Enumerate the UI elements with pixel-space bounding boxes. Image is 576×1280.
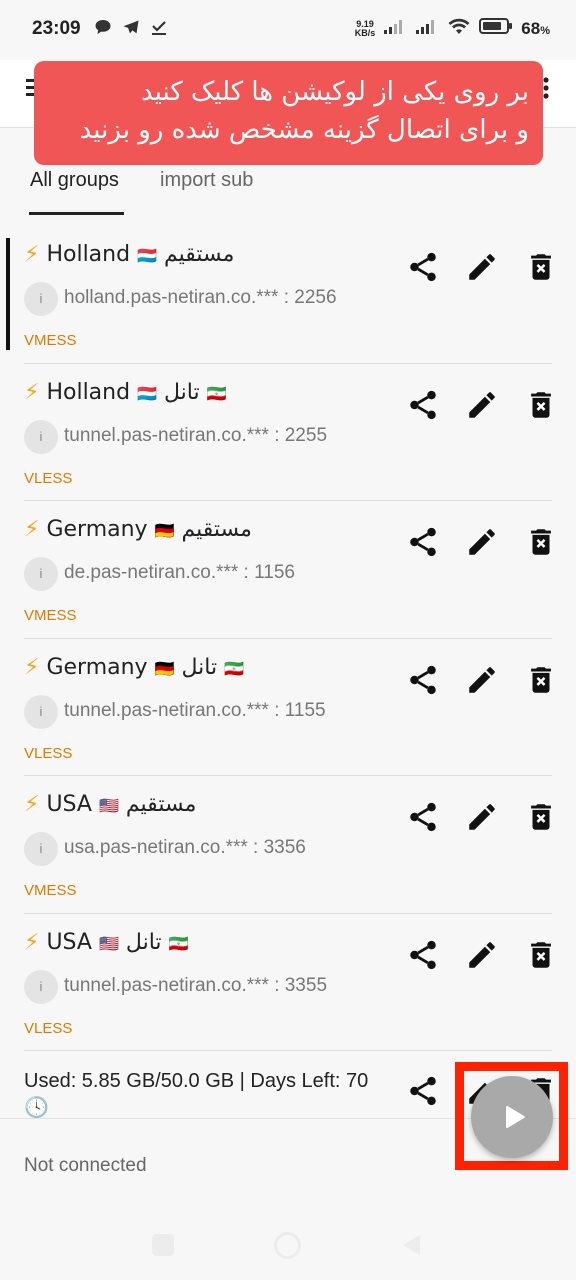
info-icon[interactable]: i xyxy=(24,282,58,316)
server-item[interactable]: ⚡ Holland 🇱🇺 تانل 🇮🇷 i tunnel.pas-netira… xyxy=(0,364,576,501)
server-type: VMESS xyxy=(24,607,77,624)
flag-icon: 🇱🇺 xyxy=(137,246,157,265)
delete-icon[interactable] xyxy=(524,938,558,972)
connect-button[interactable] xyxy=(471,1076,553,1158)
status-time: 23:09 xyxy=(32,18,81,39)
info-icon[interactable]: i xyxy=(24,419,58,454)
signal-icon xyxy=(383,17,407,40)
server-item[interactable]: ⚡ USA 🇺🇸 تانل 🇮🇷 i tunnel.pas-netiran.co… xyxy=(0,914,576,1051)
server-name: ⚡ Germany 🇩🇪 تانل 🇮🇷 xyxy=(24,654,245,680)
bolt-icon: ⚡ xyxy=(24,242,40,267)
edit-icon[interactable] xyxy=(465,800,499,834)
home-icon[interactable] xyxy=(274,1232,301,1259)
server-address: tunnel.pas-netiran.co.*** : 3355 xyxy=(64,974,328,996)
usage-text: Used: 5.85 GB/50.0 GB | Days Left: 70 🕓 xyxy=(24,1070,369,1119)
system-nav-bar xyxy=(0,1214,576,1280)
bolt-icon: ⚡ xyxy=(24,379,40,405)
server-type: VMESS xyxy=(24,332,77,349)
recents-icon[interactable] xyxy=(152,1234,174,1256)
tab-import-sub[interactable]: import sub xyxy=(160,169,253,192)
server-type: VLESS xyxy=(24,469,73,487)
share-icon[interactable] xyxy=(406,525,440,559)
bolt-icon: ⚡ xyxy=(24,517,40,542)
share-icon[interactable] xyxy=(406,388,440,422)
server-name: ⚡ USA 🇺🇸 مستقیم xyxy=(24,792,197,817)
server-item[interactable]: ⚡ Germany 🇩🇪 مستقیم i de.pas-netiran.co.… xyxy=(0,501,576,639)
flag-icon: 🇮🇷 xyxy=(224,658,245,678)
bolt-icon: ⚡ xyxy=(24,654,40,680)
delete-icon[interactable] xyxy=(524,800,558,834)
flag-icon: 🇮🇷 xyxy=(206,383,227,403)
edit-icon[interactable] xyxy=(465,388,499,422)
edit-icon[interactable] xyxy=(465,250,499,284)
share-icon[interactable] xyxy=(406,250,440,284)
server-name: ⚡ Germany 🇩🇪 مستقیم xyxy=(24,517,252,542)
server-address: usa.pas-netiran.co.*** : 3356 xyxy=(64,837,306,858)
server-address: tunnel.pas-netiran.co.*** : 2255 xyxy=(64,424,328,446)
info-icon[interactable]: i xyxy=(24,969,58,1004)
connection-status: Not connected xyxy=(24,1155,147,1176)
battery-icon xyxy=(479,17,513,40)
share-icon[interactable] xyxy=(406,938,440,972)
group-tabs: All groups import sub xyxy=(0,165,576,215)
flag-icon: 🇺🇸 xyxy=(98,933,119,953)
share-icon[interactable] xyxy=(406,1074,440,1108)
tab-indicator xyxy=(29,212,124,215)
delete-icon[interactable] xyxy=(524,250,558,284)
edit-icon[interactable] xyxy=(465,525,499,559)
play-icon xyxy=(506,1105,525,1129)
telegram-icon xyxy=(122,18,140,41)
server-address: tunnel.pas-netiran.co.*** : 1155 xyxy=(64,699,326,721)
wifi-icon xyxy=(447,16,471,41)
server-name: ⚡ Holland 🇱🇺 تانل 🇮🇷 xyxy=(24,379,227,405)
delete-icon[interactable] xyxy=(524,388,558,422)
back-icon[interactable] xyxy=(400,1233,422,1262)
info-icon[interactable]: i xyxy=(24,694,58,729)
flag-icon: 🇩🇪 xyxy=(154,658,175,678)
edit-icon[interactable] xyxy=(465,938,499,972)
clock-icon: 🕓 xyxy=(24,1097,49,1119)
chat-icon xyxy=(94,18,112,41)
server-address: de.pas-netiran.co.*** : 1156 xyxy=(64,562,295,583)
server-item[interactable]: ⚡ USA 🇺🇸 مستقیم i usa.pas-netiran.co.***… xyxy=(0,776,576,914)
server-type: VMESS xyxy=(24,882,77,899)
battery-level: 68% xyxy=(521,18,550,38)
info-icon[interactable]: i xyxy=(24,557,58,591)
server-name: ⚡ USA 🇺🇸 تانل 🇮🇷 xyxy=(24,929,189,955)
tutorial-line-2: و برای اتصال گزینه مشخص شده رو بزنید xyxy=(79,115,529,145)
delete-icon[interactable] xyxy=(524,525,558,559)
flag-icon: 🇮🇷 xyxy=(168,933,189,953)
server-item[interactable]: ⚡ Holland 🇱🇺 مستقیم i holland.pas-netira… xyxy=(0,226,576,364)
tutorial-banner: بر روی یکی از لوکیشن ها کلیک کنید و برای… xyxy=(34,61,543,165)
edit-icon[interactable] xyxy=(465,663,499,697)
server-address: holland.pas-netiran.co.*** : 2256 xyxy=(64,287,337,308)
flag-icon: 🇱🇺 xyxy=(137,383,157,403)
server-name: ⚡ Holland 🇱🇺 مستقیم xyxy=(24,242,235,267)
server-list: ⚡ Holland 🇱🇺 مستقیم i holland.pas-netira… xyxy=(0,226,576,1051)
net-speed: 9.19 KB/s xyxy=(354,18,376,38)
status-bar: 23:09 9.19 KB/s 68% xyxy=(0,0,576,60)
tab-all-groups[interactable]: All groups xyxy=(30,169,119,192)
flag-icon: 🇩🇪 xyxy=(154,521,175,540)
flag-icon: 🇺🇸 xyxy=(98,796,119,815)
share-icon[interactable] xyxy=(406,663,440,697)
download-done-icon xyxy=(150,18,168,41)
bolt-icon: ⚡ xyxy=(24,929,40,955)
server-type: VLESS xyxy=(24,1019,73,1037)
server-item[interactable]: ⚡ Germany 🇩🇪 تانل 🇮🇷 i tunnel.pas-netira… xyxy=(0,639,576,776)
info-icon[interactable]: i xyxy=(24,832,58,866)
delete-icon[interactable] xyxy=(524,663,558,697)
share-icon[interactable] xyxy=(406,800,440,834)
bolt-icon: ⚡ xyxy=(24,792,40,817)
signal-icon xyxy=(415,17,439,40)
selected-indicator xyxy=(6,238,10,350)
server-type: VLESS xyxy=(24,744,73,762)
tutorial-line-1: بر روی یکی از لوکیشن ها کلیک کنید xyxy=(141,77,529,107)
